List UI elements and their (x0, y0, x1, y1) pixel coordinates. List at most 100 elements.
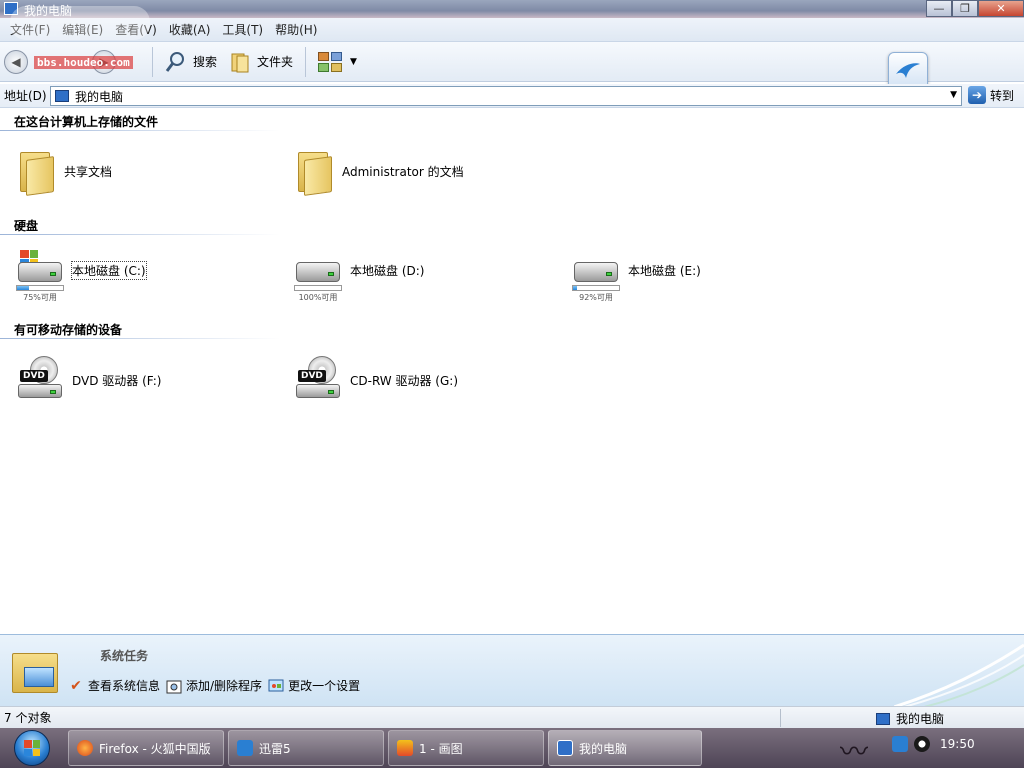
drive-d[interactable]: 本地磁盘 (D:) (294, 250, 424, 290)
drive-d-usage: 100%可用 (294, 285, 342, 303)
menu-view[interactable]: 查看(V) (109, 21, 163, 38)
usage-bar (16, 285, 64, 291)
windows-logo-icon (14, 730, 50, 766)
views-button[interactable]: ▼ (312, 47, 363, 77)
usage-fill (573, 286, 577, 290)
wallpaper-calligraphy: 〰 (840, 735, 869, 768)
folder-icon (16, 148, 56, 196)
folders-label: 文件夹 (257, 55, 294, 69)
search-icon (165, 51, 187, 73)
taskbar-label: Firefox - 火狐中国版 (99, 741, 211, 756)
usage-bar (572, 285, 620, 291)
start-button[interactable] (4, 728, 60, 768)
drive-e[interactable]: 本地磁盘 (E:) (572, 250, 701, 290)
drive-label: 本地磁盘 (E:) (628, 263, 701, 278)
computer-icon (4, 2, 18, 15)
folder-label: 共享文档 (64, 164, 113, 179)
task-label: 更改一个设置 (288, 679, 361, 693)
taskbar-firefox[interactable]: Firefox - 火狐中国版 (68, 730, 224, 766)
task-label: 添加/删除程序 (186, 679, 263, 693)
status-location: 我的电脑 (876, 710, 944, 727)
task-view-system-info[interactable]: ✔ 查看系统信息 (68, 677, 160, 694)
drive-label: CD-RW 驱动器 (G:) (350, 373, 459, 388)
chevron-down-icon[interactable]: ▼ (950, 90, 957, 100)
section-title-removable: 有可移动存储的设备 (14, 323, 123, 337)
usage-bar (294, 285, 342, 291)
hard-drive-system-icon (16, 250, 64, 290)
toolbar-separator (152, 46, 153, 77)
usage-text: 92%可用 (579, 293, 613, 302)
status-location-label: 我的电脑 (896, 712, 945, 726)
address-label: 地址(D) (4, 89, 47, 103)
folder-shared-documents[interactable]: 共享文档 (16, 148, 113, 196)
paint-icon (397, 740, 413, 756)
taskbar-label: 我的电脑 (579, 741, 628, 756)
taskbar-thunder[interactable]: 迅雷5 (228, 730, 384, 766)
menu-favorites[interactable]: 收藏(A) (163, 21, 217, 38)
dvd-drive-icon: DVD (16, 356, 64, 404)
drive-c[interactable]: 本地磁盘 (C:) (16, 250, 147, 290)
firefox-icon (77, 740, 93, 756)
usage-fill (17, 286, 29, 290)
taskbar-label: 1 - 画图 (419, 741, 463, 756)
content-area: 在这台计算机上存储的文件 共享文档 Administrator 的文档 硬盘 本… (0, 108, 1024, 634)
drive-c-usage: 75%可用 (16, 285, 64, 303)
taskbar-my-computer[interactable]: 我的电脑 (548, 730, 702, 766)
chevron-down-icon: ▼ (350, 56, 357, 67)
forward-arrow-icon: ▶ (99, 54, 109, 69)
menu-help[interactable]: 帮助(H) (269, 21, 323, 38)
taskbar-paint[interactable]: 1 - 画图 (388, 730, 544, 766)
section-title-hard-disks: 硬盘 (14, 219, 39, 233)
object-count: 7 个对象 (4, 711, 52, 725)
control-panel-icon (268, 678, 284, 694)
drive-f-dvd[interactable]: DVD DVD 驱动器 (F:) (16, 356, 162, 404)
system-folder-icon (12, 649, 60, 697)
menu-tools[interactable]: 工具(T) (216, 21, 269, 38)
status-bar: 7 个对象 我的电脑 (0, 706, 1024, 728)
close-button[interactable]: ✕ (978, 0, 1024, 17)
address-input[interactable]: 我的电脑 ▼ (50, 86, 962, 106)
task-add-remove-programs[interactable]: 添加/删除程序 (166, 677, 262, 694)
dvd-drive-icon: DVD (294, 356, 342, 404)
minimize-button[interactable]: — (926, 0, 952, 17)
search-button[interactable]: 搜索 (159, 47, 223, 77)
toolbar-separator (305, 46, 307, 77)
maximize-button[interactable]: ❐ (952, 0, 978, 17)
drive-g-cdrw[interactable]: DVD CD-RW 驱动器 (G:) (294, 356, 458, 404)
go-label: 转到 (990, 88, 1015, 103)
menu-edit[interactable]: 编辑(E) (56, 21, 109, 38)
window-title: 我的电脑 (24, 4, 73, 18)
search-label: 搜索 (193, 55, 218, 69)
section-divider (0, 130, 280, 131)
hard-drive-icon (294, 250, 342, 290)
usage-text: 75%可用 (23, 293, 57, 302)
arrow-right-icon: ➔ (968, 86, 986, 104)
back-button[interactable]: ◀ (4, 49, 28, 74)
hard-drive-icon (572, 250, 620, 290)
section-divider (0, 338, 280, 339)
usage-text: 100%可用 (298, 293, 338, 302)
task-change-setting[interactable]: 更改一个设置 (268, 677, 360, 694)
folders-icon (229, 51, 251, 73)
task-label: 查看系统信息 (88, 679, 161, 693)
status-separator (780, 709, 781, 727)
folder-admin-documents[interactable]: Administrator 的文档 (294, 148, 464, 196)
folder-icon (294, 148, 334, 196)
folders-button[interactable]: 文件夹 (223, 47, 299, 77)
task-list: ✔ 查看系统信息 添加/删除程序 更改一个设置 (68, 677, 360, 694)
thunder-tray-icon[interactable] (892, 736, 908, 752)
title-bar[interactable]: 我的电脑 — ❐ ✕ (0, 0, 1024, 18)
section-divider (0, 234, 280, 235)
address-value: 我的电脑 (75, 89, 124, 104)
drive-label: 本地磁盘 (D:) (350, 263, 425, 278)
back-arrow-icon: ◀ (11, 54, 21, 69)
section-title-stored: 在这台计算机上存储的文件 (14, 115, 159, 129)
forward-button[interactable]: ▶ (92, 49, 116, 74)
menu-file[interactable]: 文件(F) (4, 21, 56, 38)
go-button[interactable]: ➔ 转到 (968, 86, 1014, 104)
qq-penguin-icon[interactable] (914, 736, 930, 752)
taskbar: Firefox - 火狐中国版 迅雷5 1 - 画图 我的电脑 〰 19:50 (0, 728, 1024, 768)
clock[interactable]: 19:50 (940, 737, 975, 751)
programs-icon (166, 678, 182, 694)
decorative-swoosh (894, 643, 1024, 707)
